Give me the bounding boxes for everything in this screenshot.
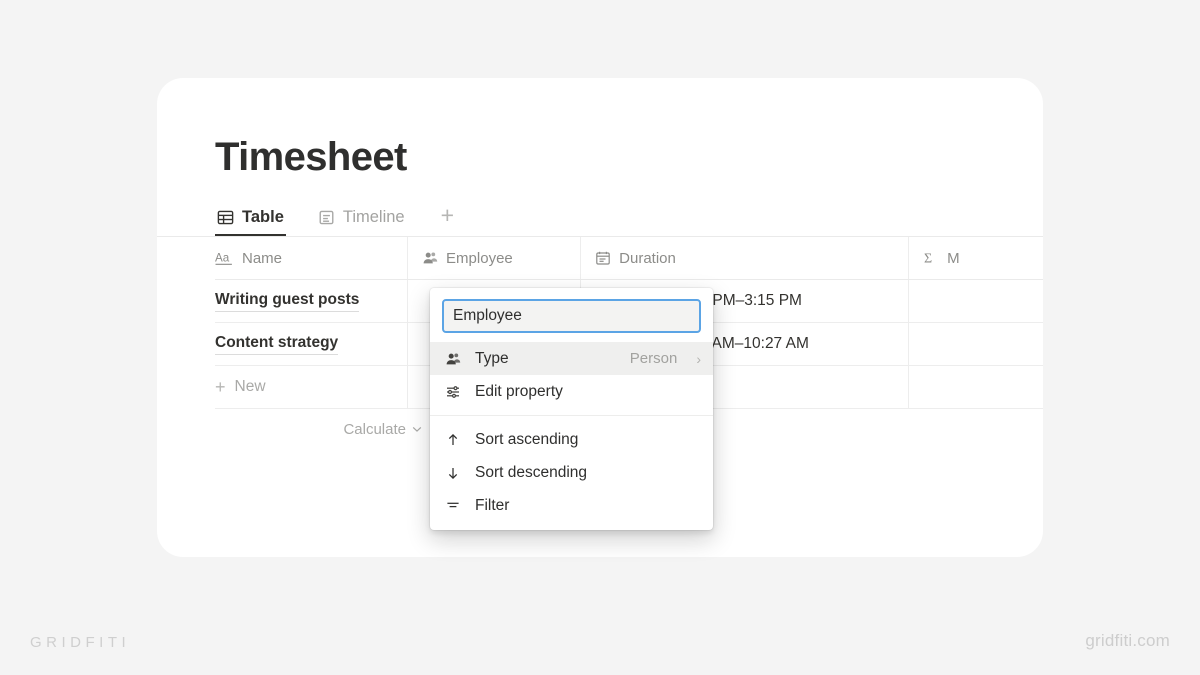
menu-item-type[interactable]: Type Person ›	[430, 342, 713, 375]
view-tabs: Table Timeline +	[215, 200, 1043, 236]
property-dropdown-menu: Type Person › Edit property Sort ascendi…	[430, 288, 713, 530]
timeline-icon	[318, 209, 335, 226]
column-header-employee[interactable]: Employee	[408, 237, 582, 279]
column-header-name[interactable]: Aa Name	[215, 237, 409, 279]
person-icon	[444, 351, 462, 367]
menu-item-filter[interactable]: Filter	[430, 489, 713, 522]
tab-table-label: Table	[242, 208, 284, 226]
calculate-button[interactable]: Calculate	[215, 409, 435, 449]
menu-item-sort-ascending[interactable]: Sort ascending	[430, 423, 713, 456]
chevron-right-icon: ›	[696, 350, 701, 367]
gridfiti-watermark: GRIDFITI	[30, 634, 131, 651]
property-name-search	[430, 288, 713, 342]
property-name-input[interactable]	[442, 299, 701, 333]
cell-minutes[interactable]	[909, 323, 1043, 365]
new-row-button[interactable]: + New	[215, 366, 409, 408]
filter-icon	[444, 498, 462, 514]
cell-name[interactable]: Writing guest posts	[215, 280, 409, 322]
menu-item-sort-ascending-label: Sort ascending	[475, 430, 579, 448]
tab-timeline[interactable]: Timeline	[316, 208, 415, 236]
cell-name[interactable]: Content strategy	[215, 323, 409, 365]
menu-item-edit-property[interactable]: Edit property	[430, 375, 713, 408]
plus-icon: +	[215, 377, 226, 397]
svg-text:Σ: Σ	[924, 252, 932, 267]
tab-timeline-label: Timeline	[342, 208, 405, 226]
menu-item-sort-descending-label: Sort descending	[475, 463, 588, 481]
row-title[interactable]: Content strategy	[215, 333, 339, 355]
table-header-row: Aa Name Employee Duration Σ M	[215, 237, 1043, 280]
column-header-minutes[interactable]: Σ M	[909, 237, 1043, 279]
page-title: Timesheet	[215, 135, 407, 179]
calculate-label: Calculate	[343, 420, 406, 438]
menu-item-filter-label: Filter	[475, 496, 510, 514]
menu-item-type-value: Person	[629, 350, 678, 367]
new-row-label: New	[234, 378, 266, 395]
column-header-duration[interactable]: Duration	[581, 237, 910, 279]
text-aa-icon: Aa	[215, 251, 234, 266]
person-icon	[422, 250, 438, 266]
menu-item-type-label: Type	[475, 349, 509, 367]
column-header-employee-label: Employee	[446, 249, 513, 267]
tab-table[interactable]: Table	[215, 208, 294, 236]
row-title[interactable]: Writing guest posts	[215, 290, 360, 312]
cell-minutes[interactable]	[909, 280, 1043, 322]
gridfiti-url-watermark: gridfiti.com	[1085, 631, 1170, 650]
column-header-name-label: Name	[242, 249, 283, 267]
sigma-icon: Σ	[923, 250, 939, 267]
add-view-button[interactable]: +	[441, 204, 454, 236]
column-header-duration-label: Duration	[619, 249, 676, 267]
chevron-down-icon	[411, 423, 423, 435]
new-row-filler-minutes	[909, 366, 1043, 408]
arrow-down-icon	[444, 465, 462, 481]
calendar-icon	[595, 250, 611, 266]
svg-text:Aa: Aa	[215, 251, 230, 264]
column-header-minutes-label: M	[947, 249, 960, 267]
table-icon	[217, 209, 234, 226]
menu-divider	[430, 415, 713, 416]
sliders-icon	[444, 384, 462, 400]
arrow-up-icon	[444, 432, 462, 448]
menu-item-edit-property-label: Edit property	[475, 382, 563, 400]
menu-item-sort-descending[interactable]: Sort descending	[430, 456, 713, 489]
